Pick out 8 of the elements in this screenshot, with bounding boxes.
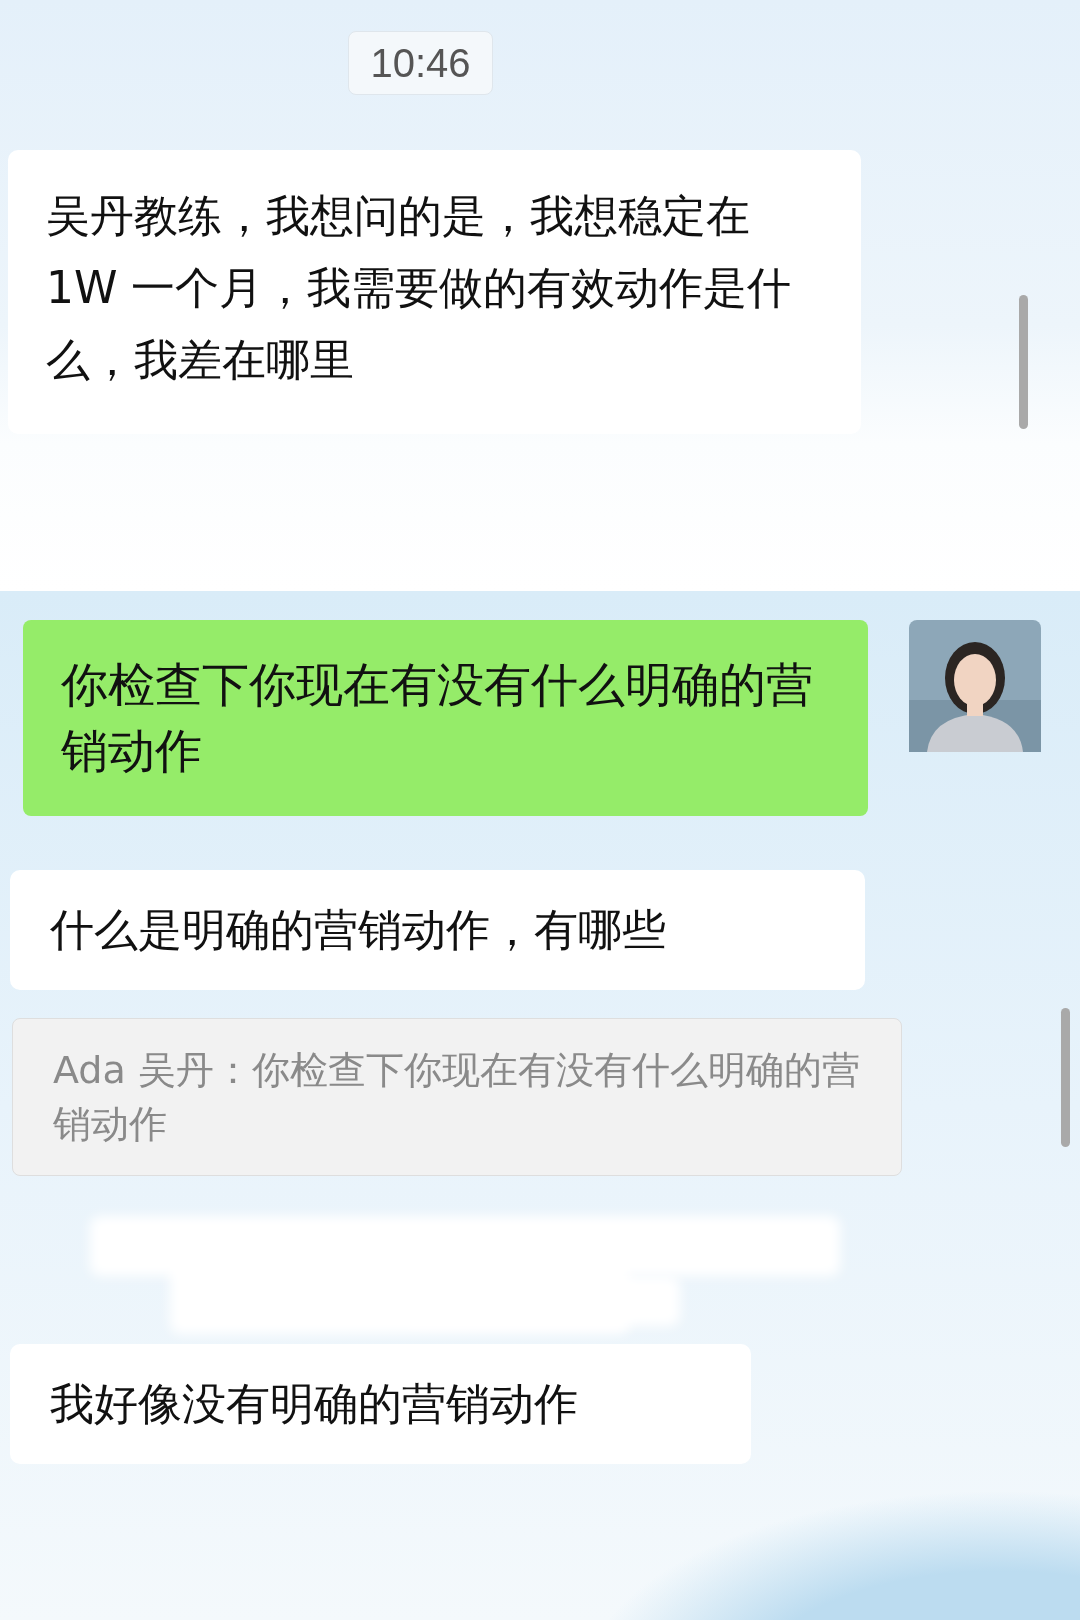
- time-stamp: 10:46: [348, 31, 493, 95]
- message-bubble: 什么是明确的营销动作，有哪些: [10, 870, 865, 990]
- quoted-message: Ada 吴丹：你检查下你现在有没有什么明确的营销动作: [12, 1018, 902, 1176]
- message-bubble: 你检查下你现在有没有什么明确的营销动作: [23, 620, 868, 816]
- message-bubble: 吴丹教练，我想问的是，我想稳定在 1W 一个月，我需要做的有效动作是什么，我差在哪里: [8, 150, 861, 434]
- message-bubble: 我好像没有明确的营销动作: [10, 1344, 751, 1464]
- scroll-bar[interactable]: [1019, 295, 1028, 429]
- scroll-bar[interactable]: [1061, 1008, 1070, 1147]
